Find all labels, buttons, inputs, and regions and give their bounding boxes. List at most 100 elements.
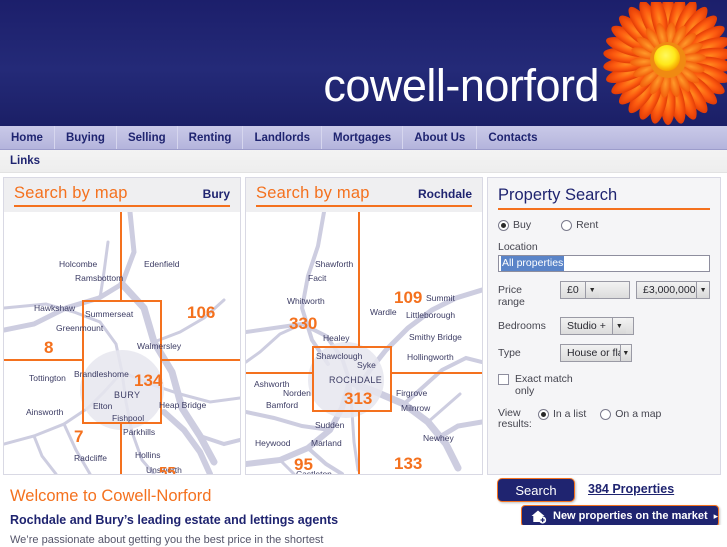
links-bar: Links xyxy=(0,150,727,173)
exact-match-checkbox[interactable] xyxy=(498,374,509,385)
radio-buy-marker xyxy=(498,219,509,231)
view-results-options: In a list On a map xyxy=(538,408,661,420)
nav-item-contacts[interactable]: Contacts xyxy=(477,126,548,149)
bedrooms-select[interactable]: Studio + ▼ xyxy=(560,317,634,335)
map-panel-rochdale-header: Search by map Rochdale xyxy=(246,178,482,212)
map-label: Norden xyxy=(283,388,311,398)
map-area-count[interactable]: 7 xyxy=(74,428,83,445)
map-rochdale-gridline-horizontal-right xyxy=(392,372,482,374)
price-range-label-line1: Price xyxy=(498,284,522,296)
map-label: Smithy Bridge xyxy=(409,332,462,342)
bedrooms-value: Studio + xyxy=(567,320,606,332)
search-button[interactable]: Search xyxy=(497,478,575,502)
map-bury[interactable]: Holcombe Ramsbottom Edenfield Hawkshaw S… xyxy=(4,212,240,474)
map-panel-bury-town: Bury xyxy=(202,187,230,201)
location-input-value: All properties xyxy=(501,256,565,271)
map-label: Hollins xyxy=(135,450,161,460)
map-area-count[interactable]: 95 xyxy=(294,456,313,473)
price-max-select[interactable]: £3,000,000 ▼ xyxy=(636,281,710,299)
map-label: ROCHDALE xyxy=(329,375,383,385)
transaction-type-group: Buy Rent xyxy=(498,219,710,231)
chevron-down-icon: ▼ xyxy=(619,345,631,361)
nav-item-about-us[interactable]: About Us xyxy=(403,126,478,149)
map-label: Ainsworth xyxy=(26,407,64,417)
map-label: Greenmount xyxy=(56,323,104,333)
bedrooms-label: Bedrooms xyxy=(498,320,546,332)
map-label: Summerseat xyxy=(85,309,134,319)
price-min-value: £0 xyxy=(567,284,579,296)
price-max-value: £3,000,000 xyxy=(643,284,696,296)
view-results-label-line2: results: xyxy=(498,418,532,430)
map-label: BURY xyxy=(114,390,141,400)
map-area-count[interactable]: 134 xyxy=(134,372,162,389)
radio-view-list-marker xyxy=(538,408,549,420)
map-rochdale-gridline-vertical-bottom xyxy=(358,412,360,474)
map-panel-rochdale: Search by map Rochdale Shawforth Facit W… xyxy=(245,177,483,475)
type-select[interactable]: House or flat ▼ xyxy=(560,344,632,362)
radio-view-map-marker xyxy=(600,408,612,420)
nav-item-selling[interactable]: Selling xyxy=(117,126,178,149)
map-area-count[interactable]: 55 xyxy=(159,465,176,474)
property-search-header: Property Search xyxy=(488,178,720,210)
map-panel-bury: Search by map Bury Holcombe Ramsbottom E… xyxy=(3,177,241,475)
radio-view-map[interactable]: On a map xyxy=(600,408,661,420)
map-area-count[interactable]: 133 xyxy=(394,455,422,472)
nav-item-mortgages[interactable]: Mortgages xyxy=(322,126,404,149)
nav-item-buying[interactable]: Buying xyxy=(55,126,117,149)
map-label: Facit xyxy=(308,273,327,283)
main-navigation: Home Buying Selling Renting Landlords Mo… xyxy=(0,126,727,150)
gerbera-flower-icon xyxy=(602,0,727,126)
map-label: Radcliffe xyxy=(74,453,107,463)
map-label: Elton xyxy=(93,401,113,411)
bedrooms-row: Bedrooms Studio + ▼ xyxy=(498,317,710,335)
radio-view-map-label: On a map xyxy=(615,408,662,420)
map-label: Shawforth xyxy=(315,259,354,269)
properties-count-link[interactable]: 384 Properties xyxy=(588,482,674,496)
map-area-count[interactable]: 109 xyxy=(394,289,422,306)
map-panel-bury-header: Search by map Bury xyxy=(4,178,240,212)
new-properties-button[interactable]: New properties on the market ▸ xyxy=(521,505,719,527)
map-label: Summit xyxy=(426,293,455,303)
map-label: Healey xyxy=(323,333,350,343)
type-row: Type House or flat ▼ xyxy=(498,344,710,362)
welcome-subheading: Rochdale and Bury’s leading estate and l… xyxy=(10,513,339,527)
links-label[interactable]: Links xyxy=(10,155,40,167)
exact-match-label: Exact match only xyxy=(515,373,573,397)
map-bury-gridline-vertical-top xyxy=(120,212,122,302)
map-label: Wardle xyxy=(370,307,397,317)
exact-match-label-line1: Exact match xyxy=(515,373,573,385)
map-panel-rochdale-title: Search by map xyxy=(256,184,370,202)
chevron-down-icon: ▼ xyxy=(611,318,626,334)
map-area-count[interactable]: 330 xyxy=(289,315,317,332)
divider xyxy=(256,205,472,207)
nav-item-renting[interactable]: Renting xyxy=(178,126,244,149)
nav-item-home[interactable]: Home xyxy=(0,126,55,149)
map-area-count[interactable]: 8 xyxy=(44,339,53,356)
map-label: Heywood xyxy=(255,438,291,448)
chevron-down-icon: ▼ xyxy=(584,282,599,298)
radio-view-list-label: In a list xyxy=(553,408,587,420)
location-input[interactable]: All properties xyxy=(498,255,710,272)
radio-buy[interactable]: Buy xyxy=(498,219,531,231)
map-rochdale-gridline-vertical-top xyxy=(358,212,360,346)
map-label: Walmersley xyxy=(137,341,182,351)
map-area-count[interactable]: 106 xyxy=(187,304,215,321)
radio-buy-label: Buy xyxy=(513,219,532,231)
map-label: Firgrove xyxy=(396,388,428,398)
exact-match-label-line2: only xyxy=(515,385,535,397)
welcome-section: Welcome to Cowell-Norford Rochdale and B… xyxy=(10,487,480,547)
view-results-label: View results: xyxy=(498,408,538,430)
map-area-count[interactable]: 313 xyxy=(344,390,372,407)
map-rochdale[interactable]: Shawforth Facit Whitworth Summit Wardle … xyxy=(246,212,482,474)
radio-rent[interactable]: Rent xyxy=(561,219,598,231)
type-value: House or flat xyxy=(567,347,620,359)
radio-view-list[interactable]: In a list xyxy=(538,408,586,420)
nav-item-landlords[interactable]: Landlords xyxy=(243,126,323,149)
type-label: Type xyxy=(498,347,521,359)
house-plus-icon xyxy=(530,509,547,524)
price-min-select[interactable]: £0 ▼ xyxy=(560,281,630,299)
map-label: Tottington xyxy=(29,373,66,383)
map-label: Holcombe xyxy=(59,259,98,269)
exact-match-row[interactable]: Exact match only xyxy=(498,373,710,397)
map-label: Bamford xyxy=(266,400,299,410)
